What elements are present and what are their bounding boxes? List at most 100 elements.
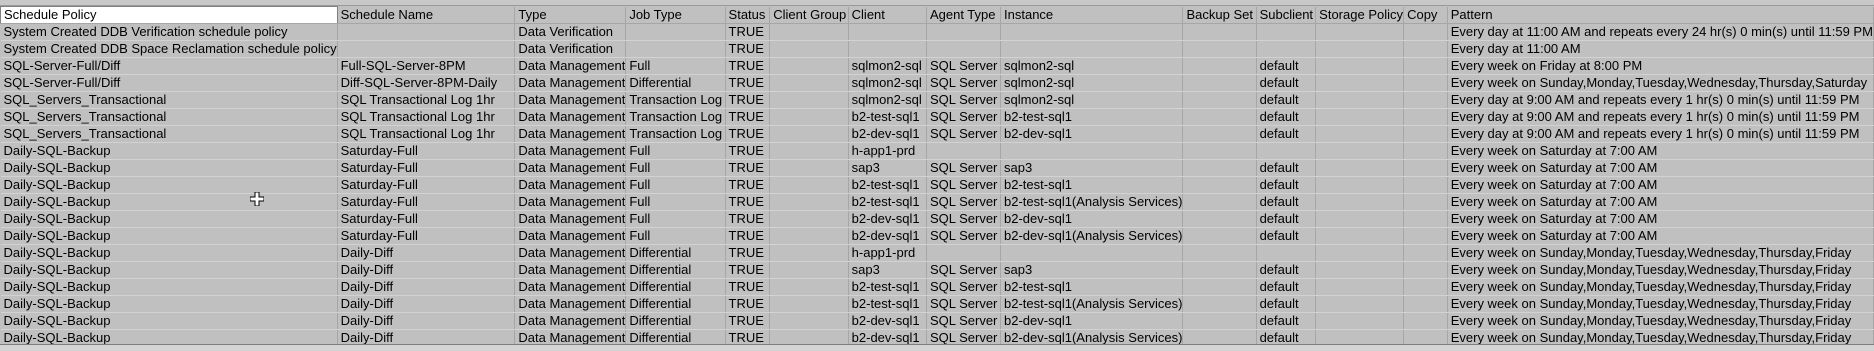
table-cell[interactable] bbox=[1000, 244, 1184, 262]
table-cell[interactable]: Every week on Saturday at 7:00 AM bbox=[1447, 227, 1874, 245]
table-cell[interactable]: SQL Server bbox=[926, 125, 1002, 143]
table-cell[interactable]: Full bbox=[625, 142, 726, 160]
table-cell[interactable]: default bbox=[1256, 91, 1317, 109]
table-cell[interactable]: b2-test-sql1(Analysis Services) bbox=[1000, 295, 1184, 313]
header-cell[interactable]: Backup Set bbox=[1182, 6, 1257, 24]
table-cell[interactable]: default bbox=[1256, 57, 1317, 75]
table-cell[interactable]: SQL_Servers_Transactional bbox=[0, 91, 338, 109]
table-cell[interactable] bbox=[1403, 108, 1448, 126]
table-cell[interactable] bbox=[769, 57, 849, 75]
table-cell[interactable]: Daily-SQL-Backup bbox=[0, 227, 338, 245]
header-cell[interactable]: Subclient bbox=[1256, 6, 1317, 24]
header-cell[interactable]: Job Type bbox=[625, 6, 726, 24]
table-cell[interactable] bbox=[769, 74, 849, 92]
table-cell[interactable] bbox=[1182, 23, 1257, 41]
table-cell[interactable]: Every week on Sunday,Monday,Tuesday,Wedn… bbox=[1447, 278, 1874, 296]
header-cell[interactable]: Client Group bbox=[769, 6, 849, 24]
table-cell[interactable]: TRUE bbox=[725, 278, 771, 296]
table-cell[interactable]: SQL Transactional Log 1hr bbox=[337, 108, 516, 126]
table-cell[interactable]: b2-test-sql1 bbox=[848, 193, 927, 211]
table-cell[interactable] bbox=[1182, 261, 1257, 279]
table-cell[interactable]: SQL Server bbox=[926, 176, 1002, 194]
table-cell[interactable]: TRUE bbox=[725, 261, 771, 279]
table-cell[interactable] bbox=[1315, 91, 1405, 109]
table-cell[interactable]: Data Management bbox=[514, 125, 627, 143]
table-cell[interactable] bbox=[926, 142, 1002, 160]
table-cell[interactable] bbox=[1182, 176, 1257, 194]
table-cell[interactable] bbox=[1403, 91, 1448, 109]
table-cell[interactable] bbox=[1182, 57, 1257, 75]
table-cell[interactable] bbox=[1182, 159, 1257, 177]
table-cell[interactable] bbox=[769, 142, 849, 160]
table-cell[interactable] bbox=[1403, 40, 1448, 58]
table-cell[interactable]: Every week on Sunday,Monday,Tuesday,Wedn… bbox=[1447, 295, 1874, 313]
header-cell[interactable]: Schedule Name bbox=[337, 6, 516, 24]
table-cell[interactable] bbox=[1256, 142, 1317, 160]
table-cell[interactable]: TRUE bbox=[725, 244, 771, 262]
table-cell[interactable]: Every day at 11:00 AM bbox=[1447, 40, 1874, 58]
table-cell[interactable]: SQL-Server-Full/Diff bbox=[0, 74, 338, 92]
table-cell[interactable] bbox=[1315, 210, 1405, 228]
table-cell[interactable] bbox=[1315, 193, 1405, 211]
table-cell[interactable]: Every day at 11:00 AM and repeats every … bbox=[1447, 23, 1874, 41]
header-cell[interactable]: Status bbox=[725, 6, 771, 24]
table-cell[interactable]: default bbox=[1256, 125, 1317, 143]
table-cell[interactable] bbox=[337, 23, 516, 41]
table-cell[interactable]: Data Management bbox=[514, 176, 627, 194]
table-cell[interactable] bbox=[926, 23, 1002, 41]
header-cell[interactable]: Pattern bbox=[1447, 6, 1874, 24]
table-cell[interactable]: Data Management bbox=[514, 193, 627, 211]
table-cell[interactable]: sqlmon2-sql bbox=[848, 57, 927, 75]
table-cell[interactable]: b2-dev-sql1 bbox=[848, 210, 927, 228]
table-cell[interactable]: Full bbox=[625, 176, 726, 194]
table-cell[interactable]: SQL Server bbox=[926, 261, 1002, 279]
table-cell[interactable]: SQL Server bbox=[926, 74, 1002, 92]
table-cell[interactable] bbox=[1000, 23, 1184, 41]
table-cell[interactable]: Every week on Sunday,Monday,Tuesday,Wedn… bbox=[1447, 261, 1874, 279]
table-cell[interactable]: b2-dev-sql1 bbox=[1000, 210, 1184, 228]
table-cell[interactable] bbox=[1403, 159, 1448, 177]
table-cell[interactable]: SQL Server bbox=[926, 159, 1002, 177]
table-cell[interactable]: Every week on Saturday at 7:00 AM bbox=[1447, 193, 1874, 211]
table-cell[interactable]: SQL Server bbox=[926, 57, 1002, 75]
table-cell[interactable] bbox=[1403, 142, 1448, 160]
table-cell[interactable]: SQL Server bbox=[926, 278, 1002, 296]
table-cell[interactable]: sqlmon2-sql bbox=[1000, 74, 1184, 92]
table-cell[interactable]: default bbox=[1256, 159, 1317, 177]
table-cell[interactable]: TRUE bbox=[725, 159, 771, 177]
table-cell[interactable] bbox=[769, 312, 849, 330]
table-cell[interactable] bbox=[1182, 312, 1257, 330]
table-cell[interactable]: default bbox=[1256, 74, 1317, 92]
table-cell[interactable] bbox=[1315, 261, 1405, 279]
table-cell[interactable]: h-app1-prd bbox=[848, 244, 927, 262]
table-cell[interactable]: TRUE bbox=[725, 227, 771, 245]
table-cell[interactable] bbox=[1315, 23, 1405, 41]
table-cell[interactable]: Differential bbox=[625, 278, 726, 296]
table-cell[interactable]: SQL-Server-Full/Diff bbox=[0, 57, 338, 75]
table-cell[interactable] bbox=[1182, 193, 1257, 211]
table-cell[interactable] bbox=[769, 244, 849, 262]
table-cell[interactable]: SQL Transactional Log 1hr bbox=[337, 91, 516, 109]
table-cell[interactable]: Saturday-Full bbox=[337, 142, 516, 160]
table-cell[interactable]: Every week on Sunday,Monday,Tuesday,Wedn… bbox=[1447, 312, 1874, 330]
table-cell[interactable] bbox=[1315, 57, 1405, 75]
table-cell[interactable]: Data Management bbox=[514, 57, 627, 75]
table-cell[interactable]: Saturday-Full bbox=[337, 227, 516, 245]
table-cell[interactable] bbox=[1315, 142, 1405, 160]
table-cell[interactable] bbox=[769, 278, 849, 296]
table-cell[interactable]: default bbox=[1256, 210, 1317, 228]
table-cell[interactable] bbox=[1403, 261, 1448, 279]
table-cell[interactable] bbox=[769, 193, 849, 211]
table-cell[interactable]: sqlmon2-sql bbox=[1000, 57, 1184, 75]
table-cell[interactable] bbox=[1315, 159, 1405, 177]
table-cell[interactable] bbox=[1315, 40, 1405, 58]
table-cell[interactable]: b2-test-sql1 bbox=[848, 108, 927, 126]
table-cell[interactable] bbox=[769, 261, 849, 279]
table-cell[interactable]: Saturday-Full bbox=[337, 193, 516, 211]
table-cell[interactable]: b2-dev-sql1 bbox=[848, 227, 927, 245]
table-cell[interactable]: sap3 bbox=[848, 159, 927, 177]
table-cell[interactable]: SQL_Servers_Transactional bbox=[0, 108, 338, 126]
table-cell[interactable]: h-app1-prd bbox=[848, 142, 927, 160]
table-cell[interactable]: Full bbox=[625, 57, 726, 75]
table-cell[interactable]: TRUE bbox=[725, 142, 771, 160]
